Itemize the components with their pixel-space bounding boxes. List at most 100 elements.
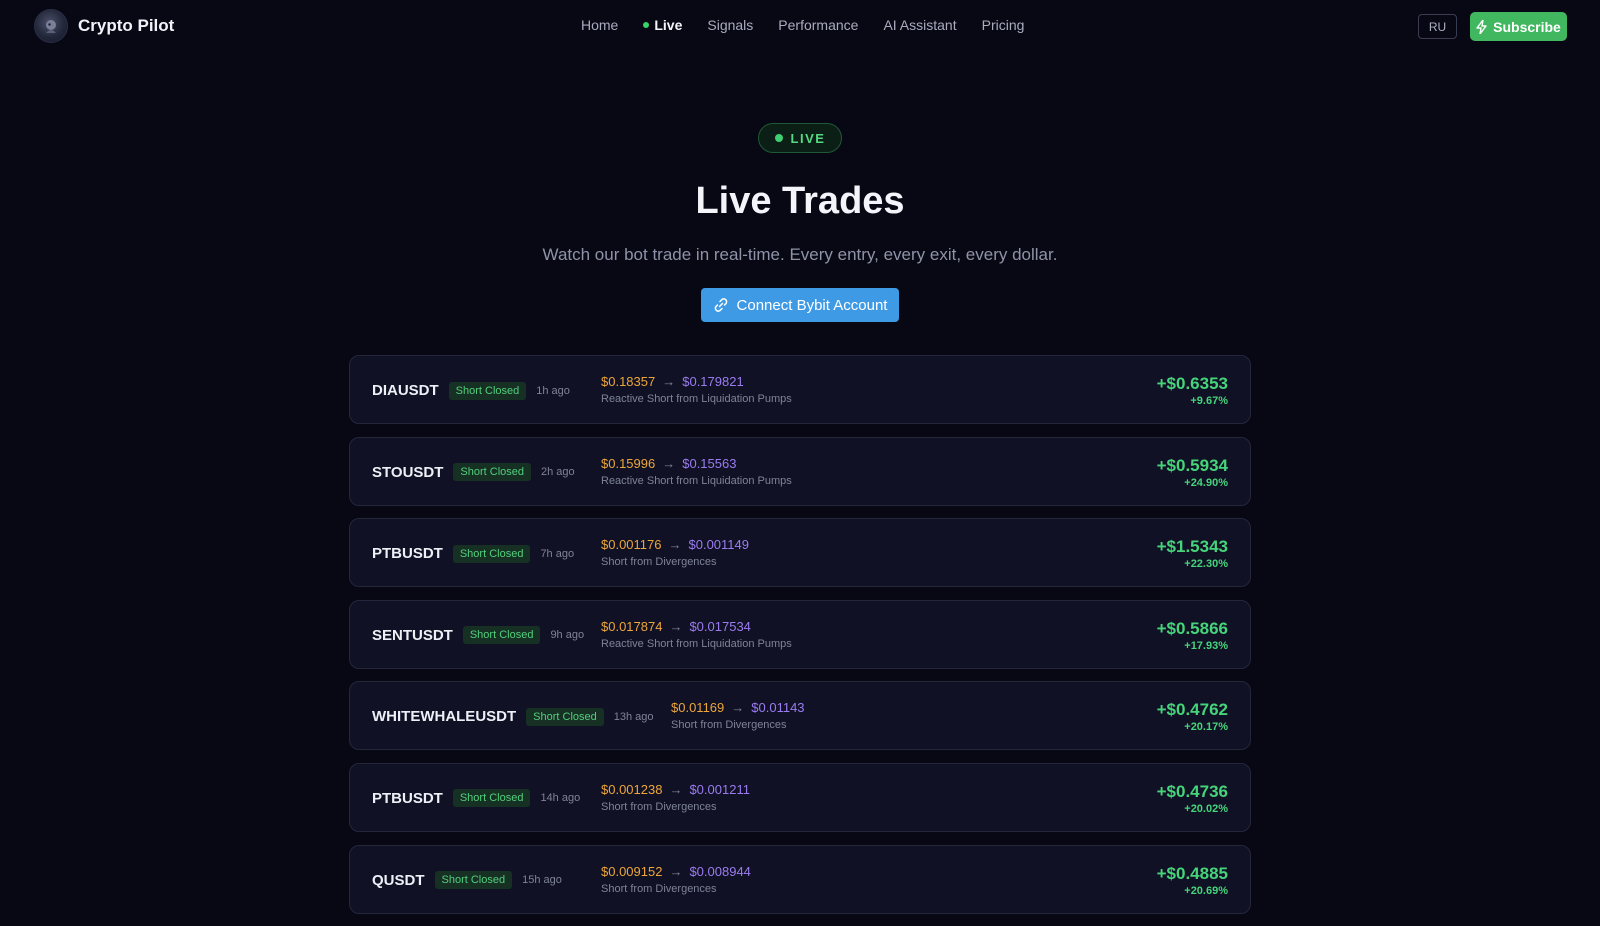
trade-result: +$0.4885 +20.69% xyxy=(1157,864,1228,897)
arrow-right-icon: → xyxy=(668,537,682,553)
subscribe-button[interactable]: Subscribe xyxy=(1470,12,1567,41)
trade-left: QUSDT Short Closed 15h ago xyxy=(372,846,562,915)
top-navbar: Crypto Pilot Home Live Signals Performan… xyxy=(0,0,1600,52)
trade-pnl: +$0.6353 xyxy=(1156,374,1228,393)
trade-time: 15h ago xyxy=(522,874,562,887)
trade-row[interactable]: PTBUSDT Short Closed 7h ago $0.001176 → … xyxy=(349,518,1251,588)
subscribe-label: Subscribe xyxy=(1493,18,1561,35)
trade-row[interactable]: DIAUSDT Short Closed 1h ago $0.18357 → $… xyxy=(349,355,1251,424)
entry-price: $0.009152 xyxy=(601,863,663,879)
connect-bybit-button[interactable]: Connect Bybit Account xyxy=(701,288,899,322)
entry-price: $0.15996 xyxy=(601,455,656,471)
exit-price: $0.01143 xyxy=(751,700,805,716)
nav-live[interactable]: Live xyxy=(643,17,682,33)
trade-pnl-percent: +20.02% xyxy=(1184,802,1228,815)
trade-symbol: PTBUSDT xyxy=(372,789,443,807)
brand[interactable]: Crypto Pilot xyxy=(34,9,174,43)
nav-ai-assistant[interactable]: AI Assistant xyxy=(883,17,956,33)
trade-symbol: DIAUSDT xyxy=(372,382,439,399)
trade-pnl: +$0.4762 xyxy=(1156,700,1228,720)
nav-signals[interactable]: Signals xyxy=(707,17,753,33)
trade-symbol: SENTUSDT xyxy=(372,626,453,644)
entry-price: $0.01169 xyxy=(671,700,725,716)
entry-price: $0.18357 xyxy=(601,374,656,389)
exit-price: $0.15563 xyxy=(682,455,737,471)
connect-bybit-label: Connect Bybit Account xyxy=(736,296,888,314)
trade-result: +$0.5934 +24.90% xyxy=(1157,456,1228,489)
trade-prices: $0.001176 → $0.001149 Short from Diverge… xyxy=(601,537,749,568)
trade-status-badge: Short Closed xyxy=(526,707,604,726)
trade-status-badge: Short Closed xyxy=(452,544,531,563)
logo-icon xyxy=(34,9,68,43)
trade-pnl: +$1.5343 xyxy=(1156,537,1228,557)
trade-pnl: +$0.5934 xyxy=(1156,455,1228,475)
trade-pnl-percent: +20.69% xyxy=(1184,884,1228,897)
trade-prices: $0.017874 → $0.017534 Reactive Short fro… xyxy=(601,619,792,650)
exit-price: $0.017534 xyxy=(689,618,751,634)
trade-strategy: Short from Divergences xyxy=(601,882,717,895)
trade-left: PTBUSDT Short Closed 7h ago xyxy=(372,519,574,588)
trade-row[interactable]: STOUSDT Short Closed 2h ago $0.15996 → $… xyxy=(349,436,1251,507)
nav-live-label: Live xyxy=(654,17,683,33)
trade-list: DIAUSDT Short Closed 1h ago $0.18357 → $… xyxy=(349,355,1251,926)
trade-left: STOUSDT Short Closed 2h ago xyxy=(372,438,575,507)
exit-price: $0.008944 xyxy=(689,863,751,879)
trade-time: 7h ago xyxy=(540,547,575,560)
live-indicator-icon xyxy=(774,134,783,142)
trade-time: 9h ago xyxy=(550,629,585,642)
trade-strategy: Short from Divergences xyxy=(601,800,717,813)
entry-price: $0.001238 xyxy=(601,781,663,797)
trade-symbol: QUSDT xyxy=(372,871,425,889)
trade-row[interactable]: WHITEWHALEUSDT Short Closed 13h ago $0.0… xyxy=(349,681,1251,751)
trade-status-badge: Short Closed xyxy=(434,871,513,890)
live-dot-icon xyxy=(643,22,650,28)
language-button[interactable]: RU xyxy=(1418,14,1457,39)
nav-home[interactable]: Home xyxy=(581,17,618,33)
exit-price: $0.001211 xyxy=(689,781,750,797)
entry-price: $0.001176 xyxy=(601,537,662,553)
trade-left: DIAUSDT Short Closed 1h ago xyxy=(372,356,570,425)
trade-status-badge: Short Closed xyxy=(452,789,531,808)
trade-status-badge: Short Closed xyxy=(448,381,527,400)
page-subtitle: Watch our bot trade in real-time. Every … xyxy=(542,245,1058,264)
page-title: Live Trades xyxy=(695,180,905,222)
trade-row[interactable]: SENTUSDT Short Closed 9h ago $0.017874 →… xyxy=(349,599,1251,670)
nav-links: Home Live Signals Performance AI Assista… xyxy=(581,17,1024,33)
nav-pricing[interactable]: Pricing xyxy=(982,17,1025,33)
trade-row[interactable]: QUSDT Short Closed 15h ago $0.009152 → $… xyxy=(349,844,1251,915)
trade-time: 1h ago xyxy=(536,384,570,397)
trade-time: 2h ago xyxy=(541,466,575,479)
trade-pnl: +$0.4885 xyxy=(1156,863,1228,883)
trade-result: +$1.5343 +22.30% xyxy=(1157,537,1228,570)
trade-result: +$0.5866 +17.93% xyxy=(1157,619,1228,652)
trade-pnl-percent: +17.93% xyxy=(1184,639,1228,652)
trade-strategy: Short from Divergences xyxy=(601,556,717,569)
trade-pnl-percent: +22.30% xyxy=(1184,558,1228,571)
live-badge: LIVE xyxy=(758,123,842,153)
trade-symbol: PTBUSDT xyxy=(372,545,443,563)
trade-row[interactable]: PTBUSDT Short Closed 14h ago $0.001238 →… xyxy=(349,762,1251,832)
trade-time: 14h ago xyxy=(540,792,581,805)
trade-status-badge: Short Closed xyxy=(462,626,541,645)
trade-result: +$0.4762 +20.17% xyxy=(1157,700,1228,733)
trade-pnl-percent: +24.90% xyxy=(1184,476,1228,489)
trade-symbol: WHITEWHALEUSDT xyxy=(372,708,517,726)
trade-strategy: Short from Divergences xyxy=(671,719,787,732)
trade-pnl: +$0.4736 xyxy=(1156,781,1228,801)
arrow-right-icon: → xyxy=(731,700,745,716)
trade-left: SENTUSDT Short Closed 9h ago xyxy=(372,601,584,670)
nav-performance[interactable]: Performance xyxy=(778,17,858,33)
lightning-icon xyxy=(1476,19,1487,34)
exit-price: $0.001149 xyxy=(688,537,750,553)
live-badge-label: LIVE xyxy=(790,130,826,146)
trade-time: 13h ago xyxy=(613,710,654,723)
arrow-right-icon: → xyxy=(669,781,683,797)
brand-name: Crypto Pilot xyxy=(78,16,175,35)
arrow-right-icon: → xyxy=(669,618,683,634)
trade-pnl: +$0.5866 xyxy=(1156,618,1228,638)
arrow-right-icon: → xyxy=(662,374,676,389)
exit-price: $0.179821 xyxy=(682,374,744,389)
trade-left: WHITEWHALEUSDT Short Closed 13h ago xyxy=(372,682,654,751)
link-icon xyxy=(714,298,727,312)
trade-prices: $0.001238 → $0.001211 Short from Diverge… xyxy=(601,782,750,813)
